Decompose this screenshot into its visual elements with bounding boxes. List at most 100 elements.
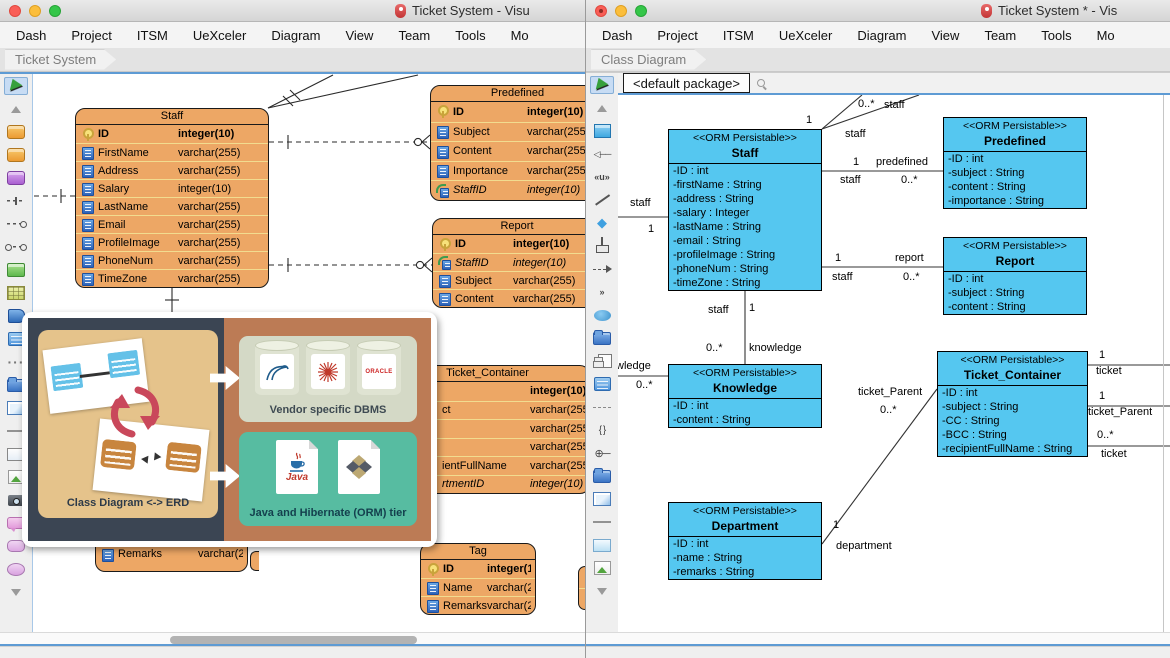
sub-diagram-tool[interactable]: [590, 467, 614, 485]
horizontal-scrollbar[interactable]: [586, 632, 1170, 646]
menu-item[interactable]: Dash: [16, 28, 46, 43]
class-attribute[interactable]: -phoneNum : String: [669, 262, 821, 276]
image-tool[interactable]: [590, 559, 614, 577]
menu-item[interactable]: UeXceler: [779, 28, 832, 43]
class-ticket-container[interactable]: <<ORM Persistable>>Ticket_Container -ID …: [937, 351, 1088, 457]
table-row[interactable]: Remarks varchar(255): [96, 545, 247, 563]
palette-scroll-up[interactable]: [4, 100, 28, 118]
menu-item[interactable]: Dash: [602, 28, 632, 43]
entity-staff[interactable]: Staff ID integer(10) FirstName varchar(2…: [75, 108, 269, 288]
note-tool[interactable]: [590, 375, 614, 393]
menu-item[interactable]: Diagram: [857, 28, 906, 43]
table-row[interactable]: Email varchar(255): [76, 215, 268, 233]
constraint-tool[interactable]: [590, 421, 614, 439]
dashed-line-tool[interactable]: [590, 398, 614, 416]
class-attribute[interactable]: -name : String: [669, 551, 821, 565]
table-row[interactable]: ID integer(10): [76, 125, 268, 143]
menu-item[interactable]: View: [931, 28, 959, 43]
horizontal-scrollbar[interactable]: [0, 632, 585, 646]
class-predefined[interactable]: <<ORM Persistable>>Predefined -ID : int-…: [943, 117, 1087, 209]
component-tool[interactable]: [590, 352, 614, 370]
ellipse-tool[interactable]: [4, 560, 28, 578]
zoom-button[interactable]: [635, 5, 647, 17]
menu-item[interactable]: ITSM: [723, 28, 754, 43]
class-attribute[interactable]: -firstName : String: [669, 178, 821, 192]
n-ary-association-tool[interactable]: [590, 306, 614, 324]
class-attribute[interactable]: -ID : int: [669, 537, 821, 551]
parent-entity-tool[interactable]: [4, 146, 28, 164]
class-attribute[interactable]: -content : String: [944, 180, 1086, 194]
menu-item[interactable]: Tools: [455, 28, 485, 43]
entity-predefined[interactable]: Predefined ID integer(10) Subject varcha…: [430, 85, 585, 201]
table-row[interactable]: StaffID integer(10): [433, 253, 585, 271]
scrollbar-thumb[interactable]: [170, 636, 417, 644]
containment-tool[interactable]: [590, 237, 614, 255]
class-attribute[interactable]: -ID : int: [669, 164, 821, 178]
palette-scroll-up[interactable]: [590, 99, 614, 117]
zoom-button[interactable]: [49, 5, 61, 17]
table-row[interactable]: ID integer(10): [433, 235, 585, 253]
class-attribute[interactable]: -ID : int: [669, 399, 821, 413]
table-row[interactable]: PhoneNum varchar(255): [76, 251, 268, 269]
table-row[interactable]: Content varchar(255): [431, 141, 585, 161]
table-row[interactable]: Importance varchar(255): [431, 161, 585, 181]
table-row[interactable]: Subject varchar(255): [431, 122, 585, 142]
class-attribute[interactable]: -lastName : String: [669, 220, 821, 234]
table-row[interactable]: Salary integer(10): [76, 179, 268, 197]
rectangle-tool[interactable]: [590, 536, 614, 554]
table-row[interactable]: FirstName varchar(255): [76, 143, 268, 161]
class-attribute[interactable]: -importance : String: [944, 194, 1086, 208]
array-table-tool[interactable]: [4, 284, 28, 302]
one-to-many-relationship-tool[interactable]: [4, 215, 28, 233]
class-report[interactable]: <<ORM Persistable>>Report -ID : int-subj…: [943, 237, 1087, 315]
table-row[interactable]: Address varchar(255): [76, 161, 268, 179]
class-attribute[interactable]: -subject : String: [944, 286, 1086, 300]
class-attribute[interactable]: -ID : int: [944, 152, 1086, 166]
table-row[interactable]: ID integer(10): [431, 102, 585, 122]
class-knowledge[interactable]: <<ORM Persistable>>Knowledge -ID : int-c…: [668, 364, 822, 428]
class-attribute[interactable]: -remarks : String: [669, 565, 821, 579]
tab-ticket-system[interactable]: Ticket System: [5, 50, 116, 70]
class-canvas[interactable]: <<ORM Persistable>>Staff -ID : int-first…: [618, 95, 1170, 632]
view-tool[interactable]: [4, 169, 28, 187]
minimize-button[interactable]: [615, 5, 627, 17]
class-attribute[interactable]: -BCC : String: [938, 428, 1087, 442]
orm-promo-overlay[interactable]: Class Diagram <-> ERD: [22, 312, 437, 547]
class-attribute[interactable]: -ID : int: [938, 386, 1087, 400]
containment-link-tool[interactable]: [590, 444, 614, 462]
cursor-tool[interactable]: [590, 76, 614, 94]
entity-partial-bottom[interactable]: Remarks varchar(255): [95, 545, 248, 572]
dependency-tool[interactable]: [590, 260, 614, 278]
menu-item[interactable]: ITSM: [137, 28, 168, 43]
tab-class-diagram[interactable]: Class Diagram: [591, 50, 706, 70]
table-row[interactable]: LastName varchar(255): [76, 197, 268, 215]
aggregation-tool[interactable]: [590, 214, 614, 232]
association-tool[interactable]: [590, 191, 614, 209]
search-icon[interactable]: [757, 79, 765, 87]
table-row[interactable]: Name varchar(255): [421, 578, 535, 596]
close-button[interactable]: [9, 5, 21, 17]
default-package-button[interactable]: <default package>: [623, 73, 750, 93]
tool-divider[interactable]: [590, 513, 614, 531]
palette-scroll-down[interactable]: [590, 582, 614, 600]
class-staff[interactable]: <<ORM Persistable>>Staff -ID : int-first…: [668, 129, 822, 291]
menu-item[interactable]: UeXceler: [193, 28, 246, 43]
minimize-button[interactable]: [29, 5, 41, 17]
class-attribute[interactable]: -timeZone : String: [669, 276, 821, 290]
table-tool[interactable]: [4, 261, 28, 279]
class-department[interactable]: <<ORM Persistable>>Department -ID : int-…: [668, 502, 822, 580]
table-row[interactable]: Remarks varchar(255): [421, 596, 535, 614]
abstraction-tool[interactable]: [590, 283, 614, 301]
palette-scroll-down[interactable]: [4, 583, 28, 601]
entity-report[interactable]: Report ID integer(10) StaffID integer(10…: [432, 218, 585, 308]
class-attribute[interactable]: -subject : String: [944, 166, 1086, 180]
menu-item[interactable]: Mo: [1097, 28, 1115, 43]
menu-item[interactable]: Tools: [1041, 28, 1071, 43]
cursor-tool[interactable]: [4, 77, 28, 95]
menu-item[interactable]: Diagram: [271, 28, 320, 43]
menu-item[interactable]: Project: [71, 28, 111, 43]
class-attribute[interactable]: -content : String: [944, 300, 1086, 314]
menu-item[interactable]: View: [345, 28, 373, 43]
menu-item[interactable]: Project: [657, 28, 697, 43]
usage-tool[interactable]: [590, 168, 614, 186]
